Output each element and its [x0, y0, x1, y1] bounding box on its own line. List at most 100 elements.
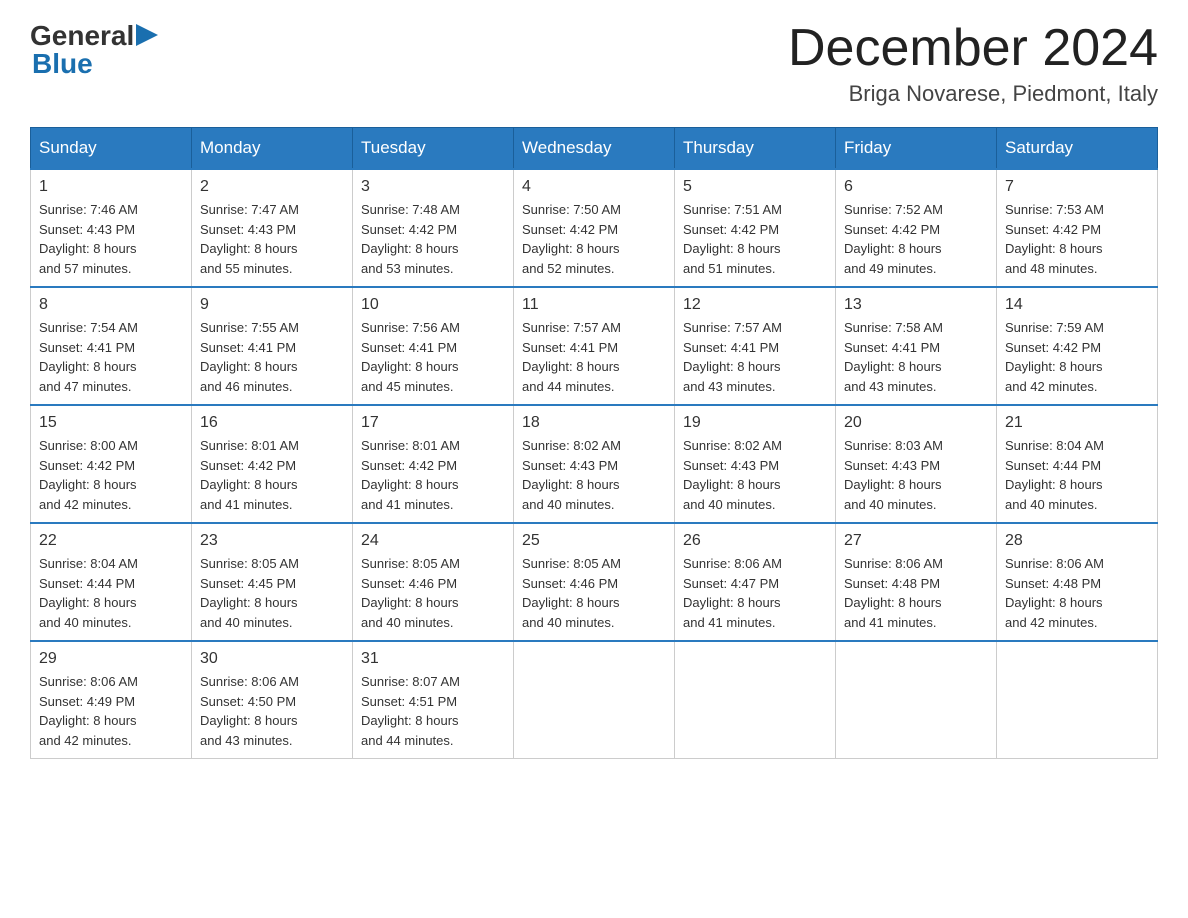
col-sunday: Sunday	[31, 128, 192, 170]
day-info: Sunrise: 7:55 AMSunset: 4:41 PMDaylight:…	[200, 318, 344, 396]
table-row: 1 Sunrise: 7:46 AMSunset: 4:43 PMDayligh…	[31, 169, 192, 287]
table-row: 30 Sunrise: 8:06 AMSunset: 4:50 PMDaylig…	[192, 641, 353, 759]
day-number: 20	[844, 414, 988, 432]
table-row: 4 Sunrise: 7:50 AMSunset: 4:42 PMDayligh…	[514, 169, 675, 287]
logo: General Blue	[30, 20, 158, 80]
day-number: 22	[39, 532, 183, 550]
col-saturday: Saturday	[997, 128, 1158, 170]
day-number: 12	[683, 296, 827, 314]
day-number: 24	[361, 532, 505, 550]
table-row	[836, 641, 997, 759]
day-number: 27	[844, 532, 988, 550]
day-info: Sunrise: 8:05 AMSunset: 4:45 PMDaylight:…	[200, 554, 344, 632]
table-row: 12 Sunrise: 7:57 AMSunset: 4:41 PMDaylig…	[675, 287, 836, 405]
table-row: 11 Sunrise: 7:57 AMSunset: 4:41 PMDaylig…	[514, 287, 675, 405]
table-row: 20 Sunrise: 8:03 AMSunset: 4:43 PMDaylig…	[836, 405, 997, 523]
table-row: 26 Sunrise: 8:06 AMSunset: 4:47 PMDaylig…	[675, 523, 836, 641]
day-info: Sunrise: 8:02 AMSunset: 4:43 PMDaylight:…	[522, 436, 666, 514]
day-number: 6	[844, 178, 988, 196]
table-row: 8 Sunrise: 7:54 AMSunset: 4:41 PMDayligh…	[31, 287, 192, 405]
table-row: 25 Sunrise: 8:05 AMSunset: 4:46 PMDaylig…	[514, 523, 675, 641]
day-info: Sunrise: 8:05 AMSunset: 4:46 PMDaylight:…	[361, 554, 505, 632]
day-info: Sunrise: 8:04 AMSunset: 4:44 PMDaylight:…	[1005, 436, 1149, 514]
day-number: 19	[683, 414, 827, 432]
day-number: 17	[361, 414, 505, 432]
day-info: Sunrise: 7:57 AMSunset: 4:41 PMDaylight:…	[683, 318, 827, 396]
day-info: Sunrise: 8:06 AMSunset: 4:47 PMDaylight:…	[683, 554, 827, 632]
calendar-week-row: 8 Sunrise: 7:54 AMSunset: 4:41 PMDayligh…	[31, 287, 1158, 405]
table-row: 19 Sunrise: 8:02 AMSunset: 4:43 PMDaylig…	[675, 405, 836, 523]
day-number: 21	[1005, 414, 1149, 432]
day-info: Sunrise: 7:48 AMSunset: 4:42 PMDaylight:…	[361, 200, 505, 278]
table-row	[675, 641, 836, 759]
calendar-table: Sunday Monday Tuesday Wednesday Thursday…	[30, 127, 1158, 759]
table-row: 13 Sunrise: 7:58 AMSunset: 4:41 PMDaylig…	[836, 287, 997, 405]
table-row: 9 Sunrise: 7:55 AMSunset: 4:41 PMDayligh…	[192, 287, 353, 405]
table-row: 23 Sunrise: 8:05 AMSunset: 4:45 PMDaylig…	[192, 523, 353, 641]
day-number: 15	[39, 414, 183, 432]
day-info: Sunrise: 7:46 AMSunset: 4:43 PMDaylight:…	[39, 200, 183, 278]
table-row: 22 Sunrise: 8:04 AMSunset: 4:44 PMDaylig…	[31, 523, 192, 641]
page-header: General Blue December 2024 Briga Novares…	[30, 20, 1158, 107]
calendar-week-row: 29 Sunrise: 8:06 AMSunset: 4:49 PMDaylig…	[31, 641, 1158, 759]
table-row: 16 Sunrise: 8:01 AMSunset: 4:42 PMDaylig…	[192, 405, 353, 523]
day-number: 13	[844, 296, 988, 314]
table-row: 15 Sunrise: 8:00 AMSunset: 4:42 PMDaylig…	[31, 405, 192, 523]
day-number: 26	[683, 532, 827, 550]
day-number: 5	[683, 178, 827, 196]
day-info: Sunrise: 8:03 AMSunset: 4:43 PMDaylight:…	[844, 436, 988, 514]
day-info: Sunrise: 8:00 AMSunset: 4:42 PMDaylight:…	[39, 436, 183, 514]
table-row: 24 Sunrise: 8:05 AMSunset: 4:46 PMDaylig…	[353, 523, 514, 641]
logo-blue-text: Blue	[30, 48, 158, 80]
day-number: 23	[200, 532, 344, 550]
table-row: 3 Sunrise: 7:48 AMSunset: 4:42 PMDayligh…	[353, 169, 514, 287]
day-info: Sunrise: 8:02 AMSunset: 4:43 PMDaylight:…	[683, 436, 827, 514]
logo-arrow-icon	[136, 24, 158, 46]
table-row: 10 Sunrise: 7:56 AMSunset: 4:41 PMDaylig…	[353, 287, 514, 405]
table-row	[514, 641, 675, 759]
col-thursday: Thursday	[675, 128, 836, 170]
day-info: Sunrise: 8:07 AMSunset: 4:51 PMDaylight:…	[361, 672, 505, 750]
day-number: 16	[200, 414, 344, 432]
table-row: 29 Sunrise: 8:06 AMSunset: 4:49 PMDaylig…	[31, 641, 192, 759]
table-row: 7 Sunrise: 7:53 AMSunset: 4:42 PMDayligh…	[997, 169, 1158, 287]
day-number: 30	[200, 650, 344, 668]
day-number: 28	[1005, 532, 1149, 550]
day-number: 4	[522, 178, 666, 196]
col-tuesday: Tuesday	[353, 128, 514, 170]
day-number: 10	[361, 296, 505, 314]
day-info: Sunrise: 8:04 AMSunset: 4:44 PMDaylight:…	[39, 554, 183, 632]
day-number: 7	[1005, 178, 1149, 196]
day-info: Sunrise: 8:06 AMSunset: 4:48 PMDaylight:…	[1005, 554, 1149, 632]
day-number: 8	[39, 296, 183, 314]
day-number: 3	[361, 178, 505, 196]
table-row: 21 Sunrise: 8:04 AMSunset: 4:44 PMDaylig…	[997, 405, 1158, 523]
calendar-week-row: 22 Sunrise: 8:04 AMSunset: 4:44 PMDaylig…	[31, 523, 1158, 641]
table-row: 17 Sunrise: 8:01 AMSunset: 4:42 PMDaylig…	[353, 405, 514, 523]
day-info: Sunrise: 7:52 AMSunset: 4:42 PMDaylight:…	[844, 200, 988, 278]
day-number: 29	[39, 650, 183, 668]
col-friday: Friday	[836, 128, 997, 170]
day-info: Sunrise: 7:58 AMSunset: 4:41 PMDaylight:…	[844, 318, 988, 396]
table-row: 14 Sunrise: 7:59 AMSunset: 4:42 PMDaylig…	[997, 287, 1158, 405]
day-info: Sunrise: 8:06 AMSunset: 4:50 PMDaylight:…	[200, 672, 344, 750]
day-number: 9	[200, 296, 344, 314]
month-title: December 2024	[788, 20, 1158, 77]
table-row	[997, 641, 1158, 759]
day-info: Sunrise: 7:56 AMSunset: 4:41 PMDaylight:…	[361, 318, 505, 396]
location: Briga Novarese, Piedmont, Italy	[788, 81, 1158, 107]
table-row: 6 Sunrise: 7:52 AMSunset: 4:42 PMDayligh…	[836, 169, 997, 287]
day-number: 31	[361, 650, 505, 668]
day-number: 25	[522, 532, 666, 550]
col-monday: Monday	[192, 128, 353, 170]
day-info: Sunrise: 7:53 AMSunset: 4:42 PMDaylight:…	[1005, 200, 1149, 278]
day-number: 1	[39, 178, 183, 196]
day-info: Sunrise: 8:06 AMSunset: 4:48 PMDaylight:…	[844, 554, 988, 632]
calendar-week-row: 15 Sunrise: 8:00 AMSunset: 4:42 PMDaylig…	[31, 405, 1158, 523]
calendar-header-row: Sunday Monday Tuesday Wednesday Thursday…	[31, 128, 1158, 170]
day-info: Sunrise: 8:01 AMSunset: 4:42 PMDaylight:…	[200, 436, 344, 514]
title-area: December 2024 Briga Novarese, Piedmont, …	[788, 20, 1158, 107]
day-info: Sunrise: 8:06 AMSunset: 4:49 PMDaylight:…	[39, 672, 183, 750]
day-info: Sunrise: 7:59 AMSunset: 4:42 PMDaylight:…	[1005, 318, 1149, 396]
day-number: 2	[200, 178, 344, 196]
